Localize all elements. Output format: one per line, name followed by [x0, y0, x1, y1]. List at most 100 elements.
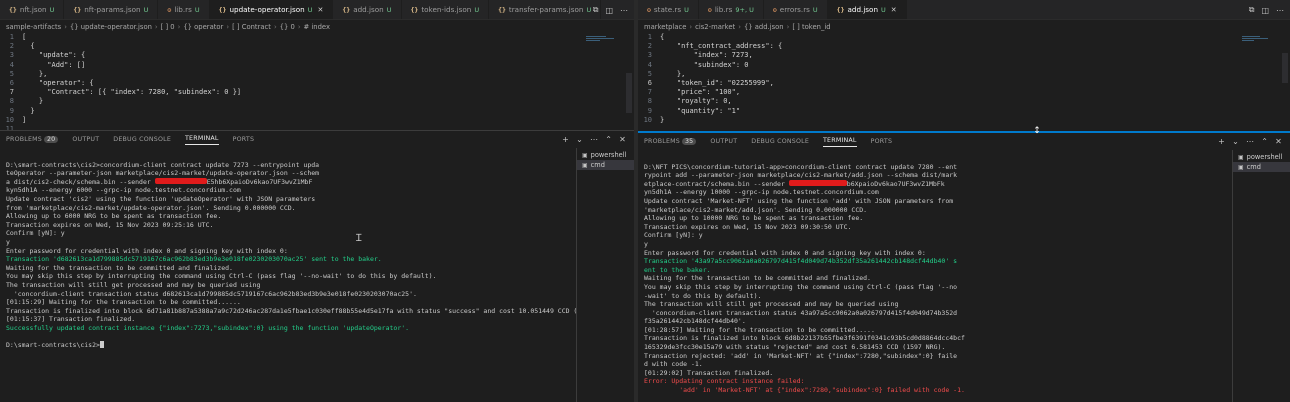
code-editor[interactable]: 1[2 {3 "update": {4 "Add": [] 5 }, 6 "oper… — [0, 33, 634, 134]
code-line: 4 "Add": [] — [0, 61, 634, 70]
breadcrumb-item[interactable]: [ ] Contract — [232, 23, 271, 31]
code-text: "subindex": 0 — [660, 60, 749, 69]
terminal-output[interactable]: D:\smart-contracts\cis2>concordium-clien… — [0, 148, 576, 402]
close-icon[interactable]: ✕ — [891, 6, 897, 14]
maximize-panel-icon[interactable]: ⌃ — [1261, 137, 1268, 146]
editor-tab[interactable]: {} add.json U — [333, 0, 402, 19]
json-file-icon: {} — [73, 5, 82, 14]
line-number: 2 — [9, 42, 14, 51]
panel-tab-label: PROBLEMS — [644, 138, 680, 145]
editor-tab[interactable]: {} nft-params.json U — [64, 0, 159, 19]
editor-tab[interactable]: ⚙ lib.rs 9+, U — [699, 0, 764, 19]
terminal-item-powershell[interactable]: ▣ powershell — [1233, 152, 1290, 162]
terminal-output[interactable]: D:\NFT PICS\concordium-tutorial-app>conc… — [638, 150, 1232, 402]
panel-tab-ports[interactable]: PORTS — [871, 138, 893, 145]
compare-icon[interactable]: ⧉ — [593, 5, 599, 15]
more-actions-icon[interactable]: ⋯ — [1276, 6, 1284, 15]
panel-tab-debug-console[interactable]: DEBUG CONSOLE — [751, 138, 809, 145]
close-panel-icon[interactable]: ✕ — [1275, 137, 1282, 146]
minimap[interactable] — [586, 35, 622, 47]
close-panel-icon[interactable]: ✕ — [619, 135, 626, 144]
editor-tab-label: update-operator.json — [229, 5, 305, 14]
maximize-panel-icon[interactable]: ⌃ — [605, 135, 612, 144]
panel-tab-problems[interactable]: PROBLEMS 20 — [6, 136, 59, 143]
breadcrumb-item[interactable]: # index — [304, 23, 330, 31]
editor-scrollbar[interactable] — [1282, 53, 1288, 83]
panel-tab-debug-console[interactable]: DEBUG CONSOLE — [113, 136, 171, 143]
panel-tab-output[interactable]: OUTPUT — [72, 136, 99, 143]
code-text: { — [660, 33, 665, 41]
left-editor-window: {} nft.json U{} nft-params.json U ⚙ lib.rs U{} u… — [0, 0, 634, 402]
chevron-right-icon: › — [226, 22, 230, 31]
panel-resize-handle-icon[interactable]: ↕ — [1033, 124, 1041, 138]
breadcrumb-item[interactable]: {} operator — [183, 23, 223, 31]
panel-tab-terminal[interactable]: TERMINAL — [185, 135, 219, 145]
panel-tab-label: PORTS — [232, 136, 255, 143]
terminal-text: Confirm [yN]: y — [6, 229, 65, 238]
panel-tab-output[interactable]: OUTPUT — [710, 138, 737, 145]
editor-tab[interactable]: {} token-ids.json U — [402, 0, 490, 19]
editor-tab[interactable]: {} transfer-params.json U — [489, 0, 602, 19]
more-actions-icon[interactable]: ⋯ — [620, 6, 628, 15]
new-terminal-icon[interactable]: + — [1218, 137, 1225, 146]
breadcrumb-item[interactable]: sample-artifacts — [6, 23, 61, 31]
terminal-text: You may skip this step by interrupting t… — [6, 272, 437, 281]
more-actions-icon[interactable]: ⋯ — [590, 135, 598, 144]
editor-tab[interactable]: {} update-operator.json U ✕ — [209, 0, 334, 19]
editor-tab[interactable]: {} nft.json U — [0, 0, 65, 19]
breadcrumb-item[interactable]: [ ] 0 — [161, 23, 175, 31]
close-icon[interactable]: ✕ — [318, 6, 324, 14]
chevron-right-icon: › — [273, 22, 277, 31]
line-number: 3 — [647, 51, 652, 60]
panel-tab-ports[interactable]: PORTS — [233, 136, 255, 143]
terminal-text: y — [6, 237, 10, 246]
panel-tab-label: OUTPUT — [710, 138, 738, 145]
more-actions-icon[interactable]: ⋯ — [1246, 137, 1254, 146]
code-text: "quantity": "1" — [660, 106, 741, 115]
terminal-text: rypoint add --parameter-json marketplace… — [644, 171, 958, 180]
terminal-item-cmd[interactable]: ▣ cmd — [1233, 162, 1290, 172]
breadcrumb-item[interactable]: cis2-market — [695, 23, 735, 31]
untracked-badge: U — [812, 5, 818, 14]
chevron-down-icon[interactable]: ⌄ — [576, 135, 583, 144]
terminal-line: rypoint add --parameter-json marketplace… — [644, 171, 1226, 180]
new-terminal-icon[interactable]: + — [562, 135, 569, 144]
editor-tab[interactable]: ⚙ lib.rs U — [158, 0, 210, 19]
code-text: } — [22, 97, 44, 106]
editor-tab[interactable]: ⚙ errors.rs U — [764, 0, 828, 19]
panel-tab-label: TERMINAL — [185, 134, 219, 142]
split-editor-icon[interactable]: ◫ — [605, 6, 613, 15]
terminal-item-powershell[interactable]: ▣ powershell — [577, 150, 634, 160]
line-number: 9 — [9, 106, 14, 115]
line-number: 2 — [647, 42, 652, 51]
line-number: 10 — [643, 115, 652, 124]
code-editor[interactable]: 1{2 "nft_contract_address": {3 "index": … — [638, 33, 1290, 125]
chevron-right-icon: › — [786, 22, 790, 31]
editor-scrollbar[interactable] — [626, 73, 632, 113]
breadcrumb-item[interactable]: {} add.json — [744, 23, 784, 31]
compare-icon[interactable]: ⧉ — [1249, 5, 1255, 15]
json-file-icon: {} — [9, 5, 17, 14]
terminal-line: Transaction 'd682613ca1d799885dc5719167c… — [6, 255, 570, 264]
code-line: 6 "operator": { — [0, 79, 634, 88]
split-editor-icon[interactable]: ◫ — [1261, 6, 1269, 15]
minimap[interactable] — [1242, 35, 1278, 47]
breadcrumb-item[interactable]: {} update-operator.json — [70, 23, 152, 31]
panel-tab-label: PROBLEMS — [6, 136, 42, 143]
untracked-badge: U — [881, 5, 886, 14]
panel-tab-problems[interactable]: PROBLEMS 35 — [644, 138, 697, 145]
code-line: 5 }, — [0, 70, 634, 79]
terminal-item-cmd[interactable]: ▣ cmd — [577, 160, 634, 170]
breadcrumb-item[interactable]: [ ] token_id — [792, 23, 830, 31]
chevron-down-icon[interactable]: ⌄ — [1232, 137, 1239, 146]
redaction-mark — [788, 179, 847, 186]
breadcrumb-item[interactable]: marketplace — [644, 23, 686, 31]
terminal-text: You may skip this step by interrupting t… — [644, 282, 958, 291]
editor-tab[interactable]: {} add.json U ✕ — [827, 0, 907, 19]
json-file-icon: {} — [836, 5, 845, 14]
breadcrumb-item[interactable]: {} 0 — [280, 23, 295, 31]
editor-tab[interactable]: ⚙ state.rs U — [638, 0, 699, 19]
panel-tab-terminal[interactable]: TERMINAL — [823, 137, 857, 147]
breadcrumb: sample-artifacts › {} update-operator.json… — [0, 20, 634, 33]
